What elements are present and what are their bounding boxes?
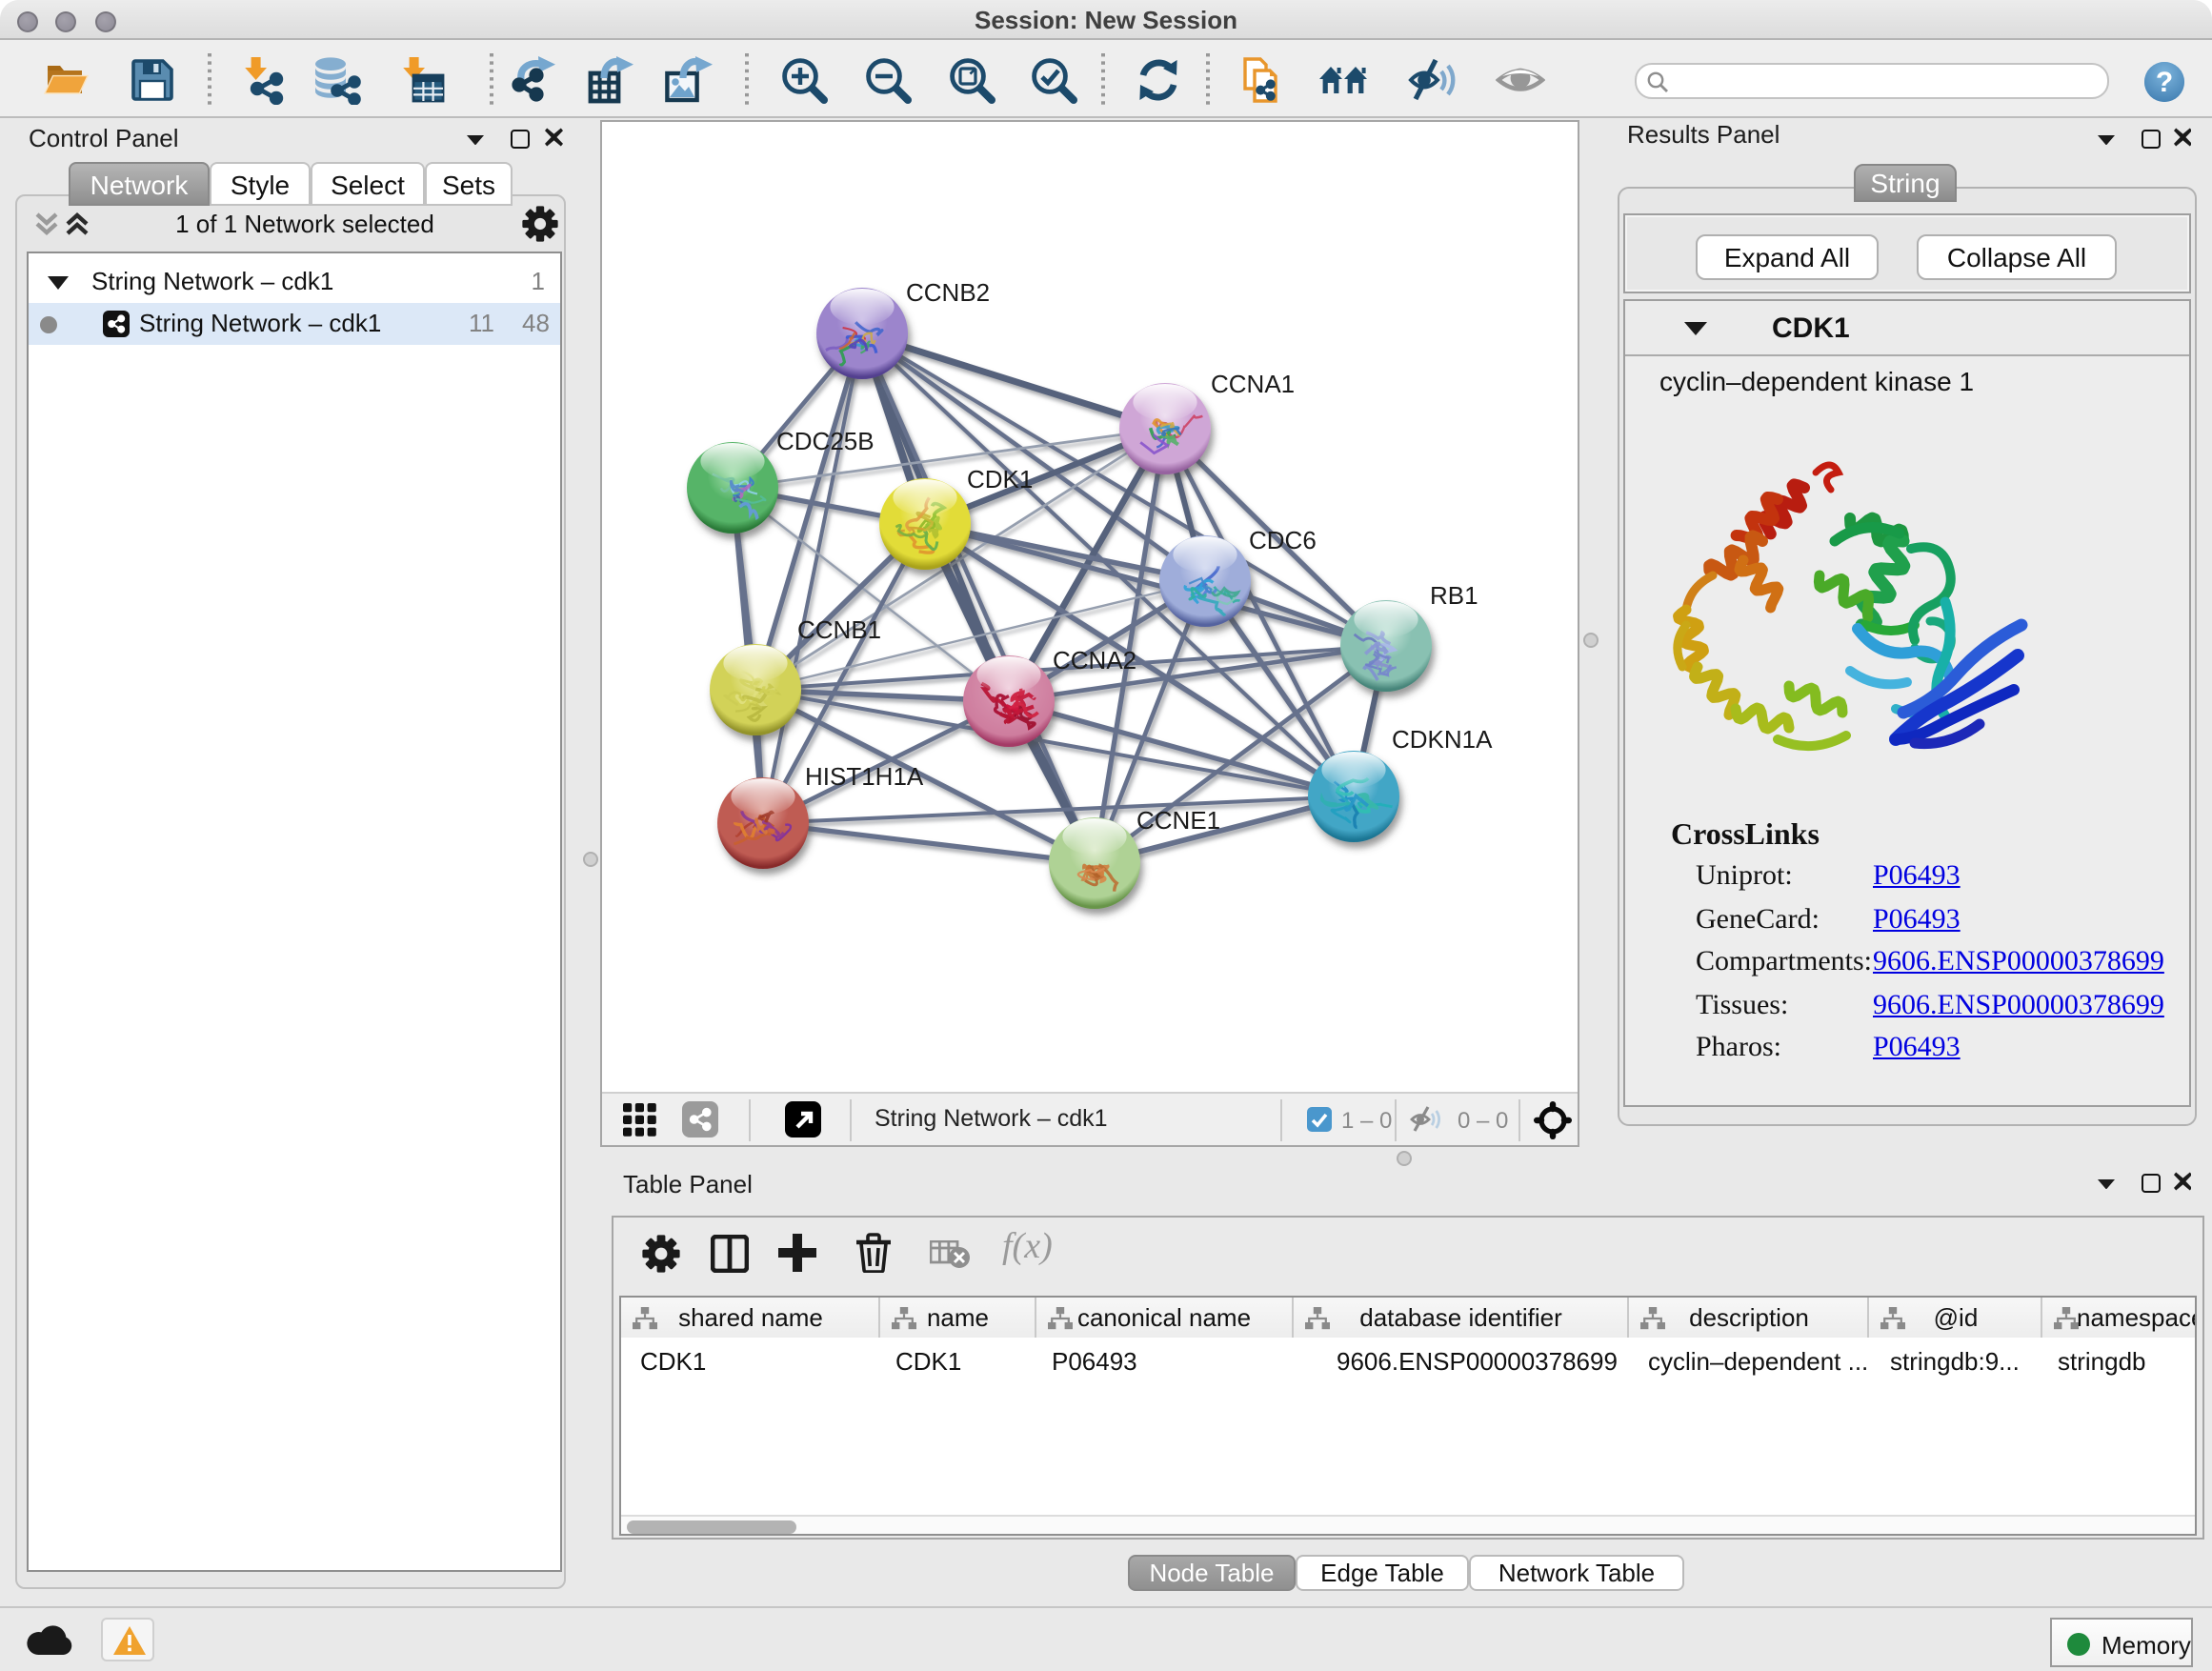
svg-text:CDK1: CDK1 [967, 465, 1033, 493]
svg-text:CDKN1A: CDKN1A [1392, 725, 1493, 754]
svg-text:CDC25B: CDC25B [776, 427, 875, 455]
svg-text:CCNA2: CCNA2 [1053, 646, 1136, 674]
svg-text:CCNB1: CCNB1 [797, 615, 881, 644]
svg-text:?: ? [2156, 66, 2173, 97]
svg-text:CCNE1: CCNE1 [1136, 806, 1220, 835]
svg-text:CDC6: CDC6 [1249, 526, 1317, 554]
svg-text:RB1: RB1 [1430, 581, 1478, 610]
svg-text:CCNA1: CCNA1 [1211, 370, 1295, 398]
svg-text:CCNB2: CCNB2 [906, 278, 990, 307]
svg-text:HIST1H1A: HIST1H1A [805, 762, 924, 791]
